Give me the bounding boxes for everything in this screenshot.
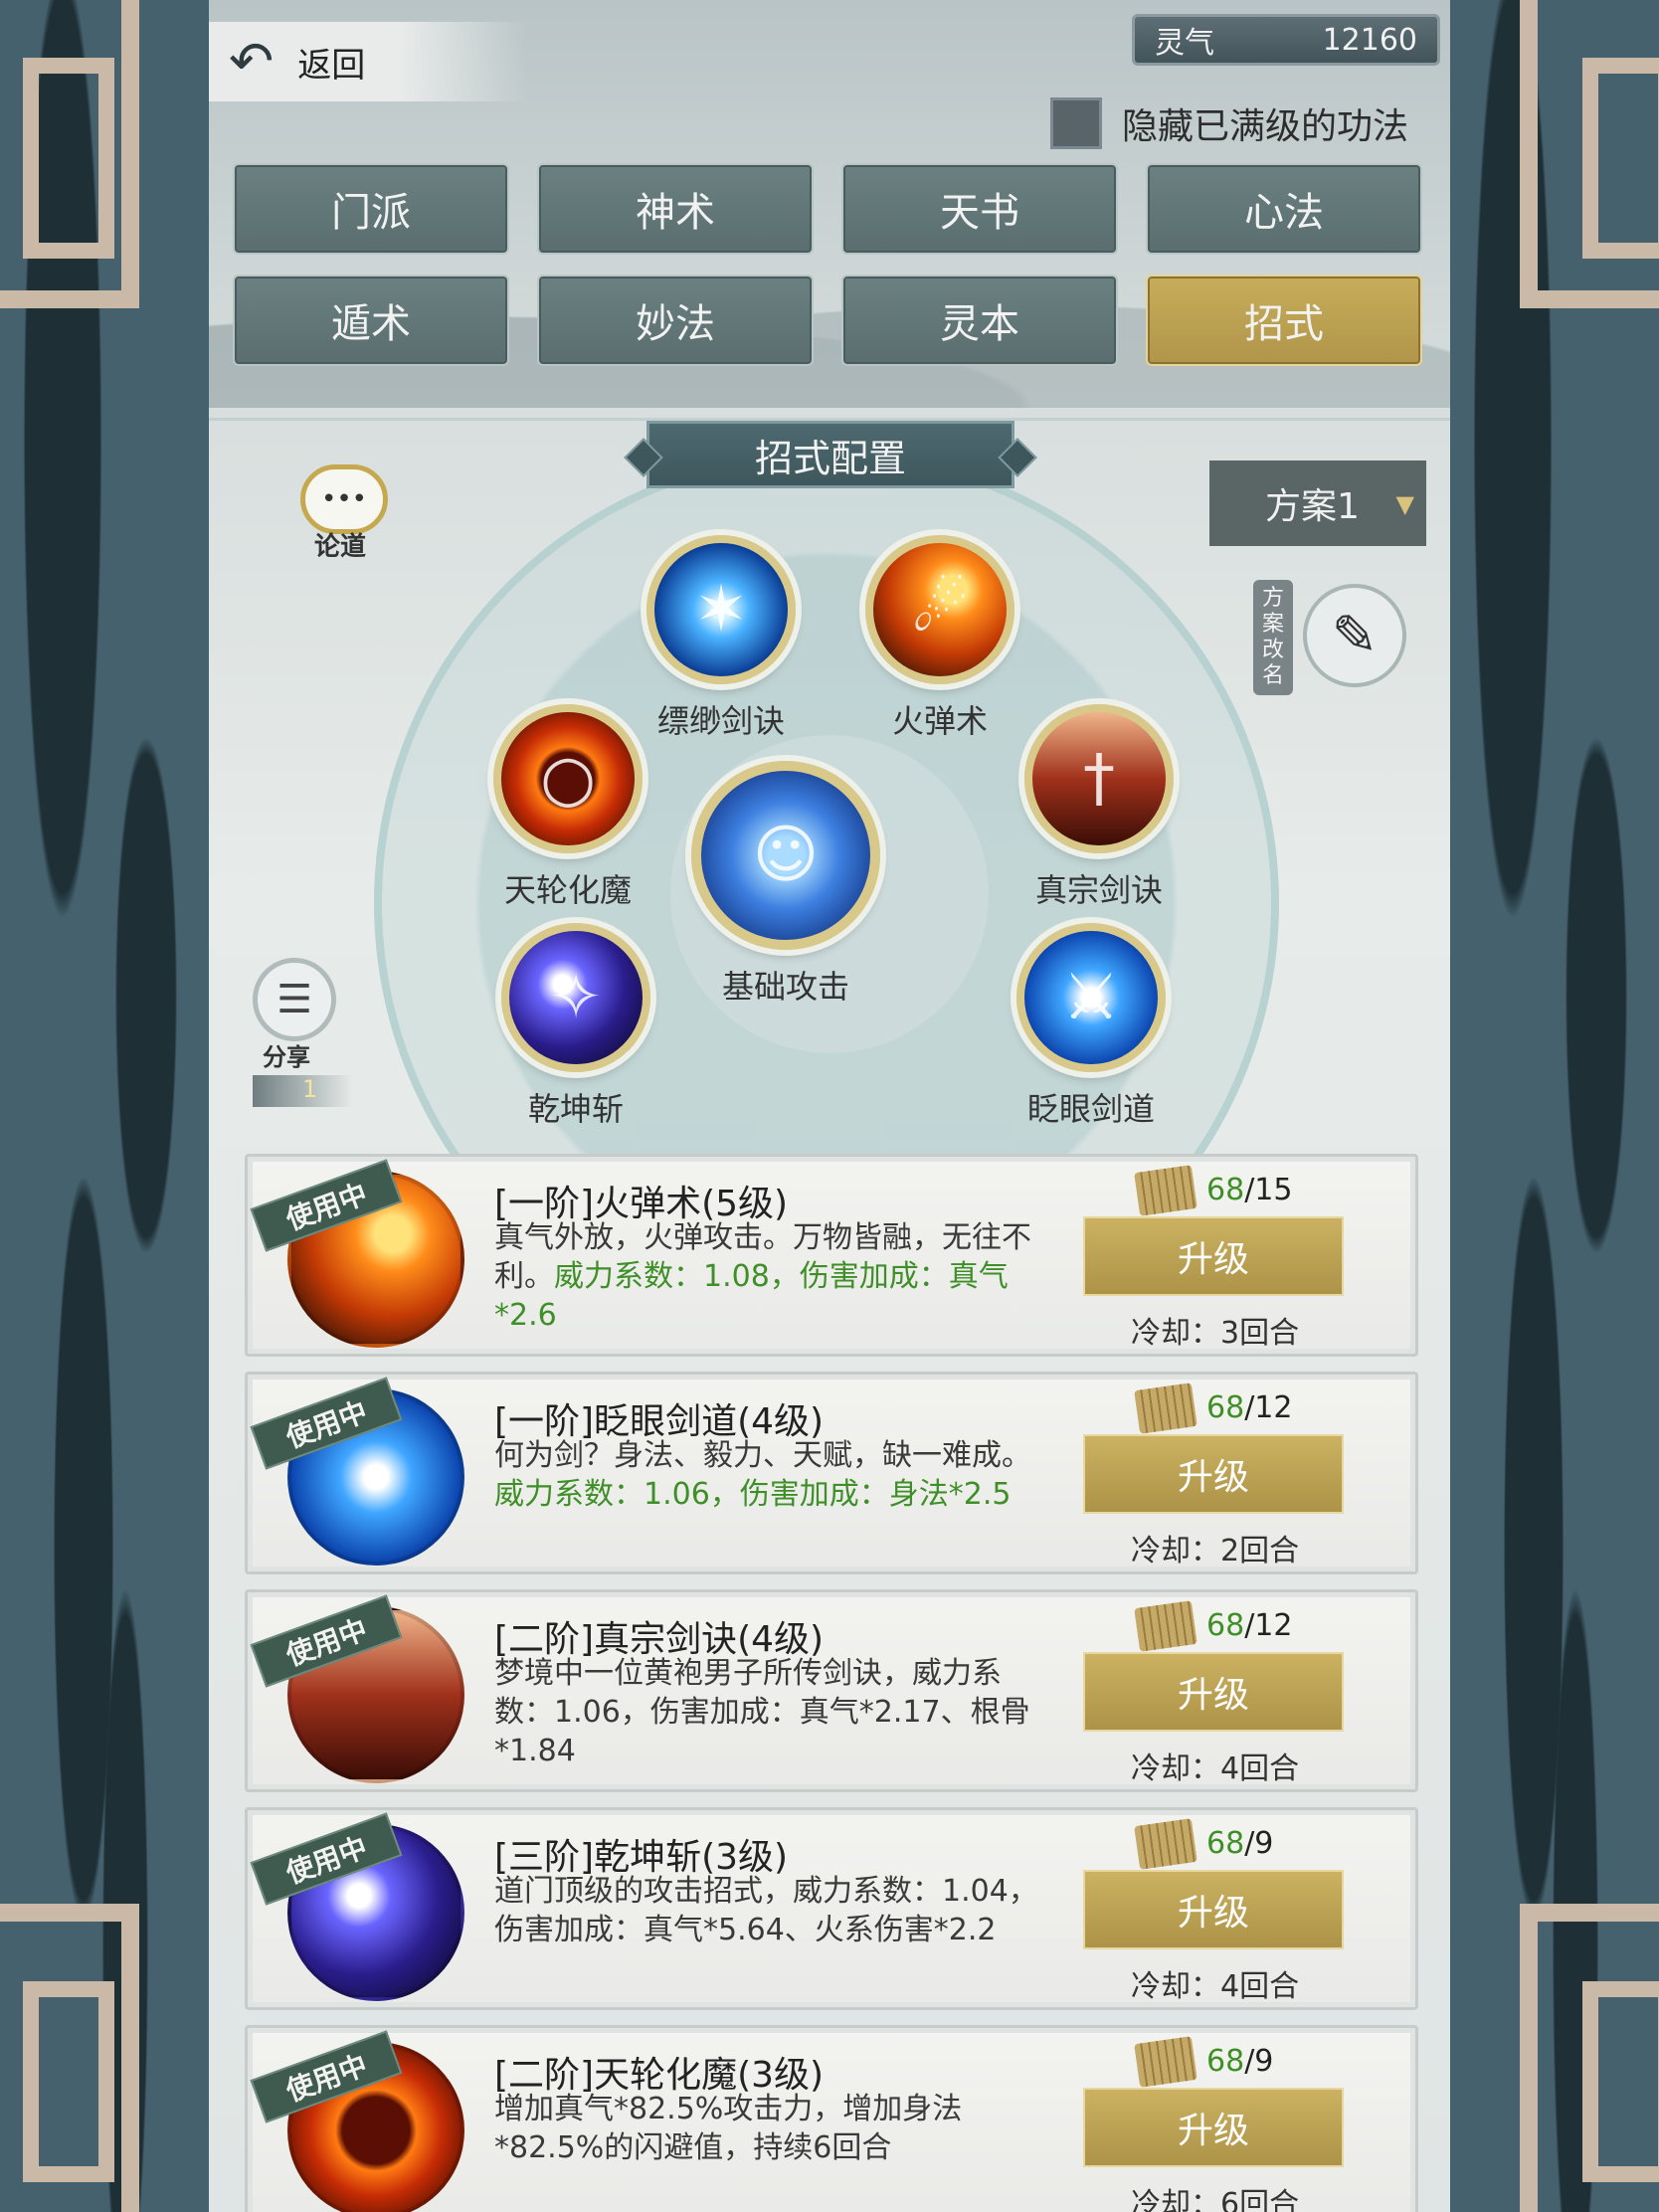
slash-icon: ✧ — [501, 923, 650, 1072]
upgrade-button[interactable]: 升级 — [1083, 1434, 1344, 1514]
skill-progress: 68/12 — [1206, 1608, 1293, 1643]
chat-bubble-icon: ••• — [300, 464, 388, 534]
scroll-icon — [1134, 2036, 1198, 2088]
hide-maxed-checkbox[interactable] — [1050, 97, 1102, 149]
skill-slot-4[interactable]: † 真宗剑诀 — [1005, 704, 1194, 911]
left-decor-panel — [0, 0, 209, 2212]
lattice-decor — [0, 0, 139, 308]
edit-icon: ✎ — [1303, 584, 1406, 687]
plan-select[interactable]: 方案1 ▼ — [1209, 461, 1426, 546]
share-button[interactable]: ☰ 分享 1 — [253, 958, 362, 1107]
skill-slot-name: 天轮化魔 — [503, 871, 632, 909]
skill-description: 何为剑？身法、毅力、天赋，缺一难成。威力系数：1.06，伤害加成：身法*2.5 — [494, 1438, 1031, 1512]
skill-slot-center[interactable]: ☺ 基础攻击 — [691, 761, 880, 1008]
skill-slot-6[interactable]: ⚔ 眨眼剑道 — [997, 923, 1186, 1130]
skill-description: 真气外放，火弹攻击。万物皆融，无往不利。威力系数：1.08，伤害加成：真气*2.… — [494, 1220, 1031, 1333]
rename-label: 方案改名 — [1253, 580, 1293, 695]
upgrade-button[interactable]: 升级 — [1083, 1870, 1344, 1949]
skill-card[interactable]: 使用中 [二阶]真宗剑诀(4级) 梦境中一位黄袍男子所传剑诀，威力系数：1.06… — [245, 1589, 1418, 1792]
skill-card[interactable]: 使用中 [三阶]乾坤斩(3级) 道门顶级的攻击招式，威力系数：1.04，伤害加成… — [245, 1807, 1418, 2010]
sword-art-icon: ✶ — [646, 535, 796, 684]
red-sword-icon: † — [1024, 704, 1174, 853]
tab-menpai[interactable]: 门派 — [233, 163, 509, 255]
skill-slot-3[interactable]: ○ 天轮化魔 — [473, 704, 662, 911]
upgrade-button[interactable]: 升级 — [1083, 1216, 1344, 1296]
upgrade-button[interactable]: 升级 — [1083, 2088, 1344, 2167]
tab-zhaoshi[interactable]: 招式 — [1146, 275, 1422, 366]
skill-progress: 68/9 — [1206, 2044, 1274, 2079]
skill-description: 梦境中一位黄袍男子所传剑诀，威力系数：1.06，伤害加成：真气*2.17、根骨*… — [494, 1656, 1030, 1768]
skill-progress: 68/9 — [1206, 1826, 1274, 1861]
hide-maxed-toggle[interactable]: 隐藏已满级的功法 — [1050, 97, 1408, 149]
tab-shenshu[interactable]: 神术 — [537, 163, 814, 255]
skill-progress: 68/15 — [1206, 1173, 1293, 1207]
share-label: 分享 — [263, 1043, 310, 1071]
share-icon: ☰ — [253, 958, 336, 1041]
tab-xinfa[interactable]: 心法 — [1146, 163, 1422, 255]
chevron-down-icon: ▼ — [1395, 490, 1414, 518]
cooldown-text: 冷却：6回合 — [1131, 2187, 1300, 2212]
cooldown-text: 冷却：2回合 — [1131, 1534, 1300, 1568]
currency-display: 灵气 12160 — [1132, 14, 1440, 66]
tab-lingben[interactable]: 灵本 — [841, 275, 1118, 366]
skill-description: 道门顶级的攻击招式，威力系数：1.04，伤害加成：真气*5.64、火系伤害*2.… — [494, 1874, 1038, 1947]
discuss-label: 论道 — [314, 532, 367, 562]
scroll-icon — [1134, 1165, 1198, 1216]
main-panel: ↶ 返回 灵气 12160 隐藏已满级的功法 门派 神术 天书 心法 遁术 妙法… — [209, 0, 1450, 2212]
blade-icon: ⚔ — [1016, 923, 1166, 1072]
scroll-icon — [1134, 1600, 1198, 1652]
cooldown-text: 冷却：3回合 — [1131, 1316, 1300, 1351]
cooldown-text: 冷却：4回合 — [1131, 1969, 1300, 2004]
skill-slot-name: 真宗剑诀 — [1034, 871, 1163, 909]
plan-label: 方案1 — [1265, 486, 1360, 527]
currency-value: 12160 — [1322, 22, 1417, 58]
tab-miaofa[interactable]: 妙法 — [537, 275, 814, 366]
lattice-decor — [1520, 0, 1659, 308]
lattice-decor — [1520, 1904, 1659, 2212]
config-title: 招式配置 — [646, 421, 1014, 488]
skill-slot-name: 眨眼剑道 — [1026, 1090, 1155, 1128]
back-arrow-icon: ↶ — [229, 30, 275, 92]
back-label: 返回 — [297, 45, 366, 86]
rename-plan-button[interactable]: 方案改名 ✎ — [1253, 570, 1432, 699]
upgrade-button[interactable]: 升级 — [1083, 1652, 1344, 1732]
skill-slot-5[interactable]: ✧ 乾坤斩 — [481, 923, 670, 1130]
center-skill-name: 基础攻击 — [721, 968, 849, 1006]
currency-name: 灵气 — [1155, 26, 1214, 61]
share-count: 1 — [253, 1075, 352, 1107]
right-decor-panel — [1450, 0, 1659, 2212]
scroll-icon — [1134, 1382, 1198, 1434]
skill-description: 增加真气*82.5%攻击力，增加身法*82.5%的闪避值，持续6回合 — [494, 2092, 963, 2165]
tab-dunshu[interactable]: 遁术 — [233, 275, 509, 366]
skill-card[interactable]: 使用中 [一阶]眨眼剑道(4级) 何为剑？身法、毅力、天赋，缺一难成。威力系数：… — [245, 1372, 1418, 1574]
skill-config-panel: 招式配置 ••• 论道 方案1 ▼ 方案改名 ✎ ☰ 分享 1 ✶ 缥缈剑诀 ☄… — [209, 418, 1450, 1356]
tab-tianshu[interactable]: 天书 — [841, 163, 1118, 255]
skill-card[interactable]: 使用中 [二阶]天轮化魔(3级) 增加真气*82.5%攻击力，增加身法*82.5… — [245, 2025, 1418, 2212]
discuss-button[interactable]: ••• 论道 — [300, 464, 410, 564]
cooldown-text: 冷却：4回合 — [1131, 1751, 1300, 1786]
hide-maxed-label: 隐藏已满级的功法 — [1122, 106, 1409, 147]
scroll-icon — [1134, 1818, 1198, 1870]
back-button[interactable]: ↶ 返回 — [209, 22, 527, 101]
skill-progress: 68/12 — [1206, 1390, 1293, 1425]
skill-card[interactable]: 使用中 [一阶]火弹术(5级) 真气外放，火弹攻击。万物皆融，无往不利。威力系数… — [245, 1154, 1418, 1357]
fire-ring-icon: ○ — [493, 704, 643, 853]
fireball-icon: ☄ — [865, 535, 1014, 684]
skill-slot-name: 乾坤斩 — [527, 1090, 624, 1128]
basic-attack-icon: ☺ — [691, 761, 880, 950]
lattice-decor — [0, 1904, 139, 2212]
